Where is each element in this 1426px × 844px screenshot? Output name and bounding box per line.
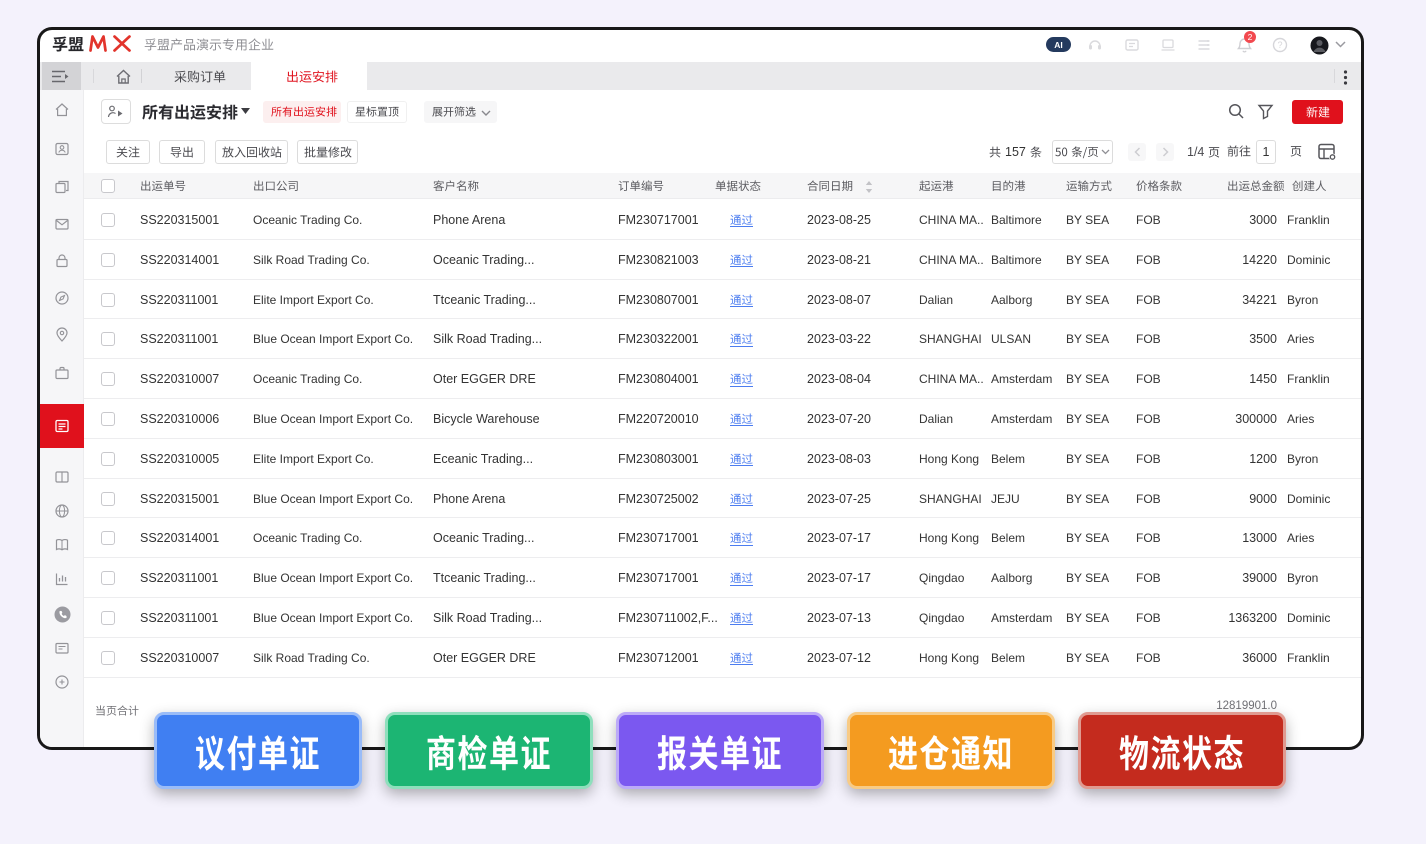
svg-text:?: ? xyxy=(1277,40,1282,50)
